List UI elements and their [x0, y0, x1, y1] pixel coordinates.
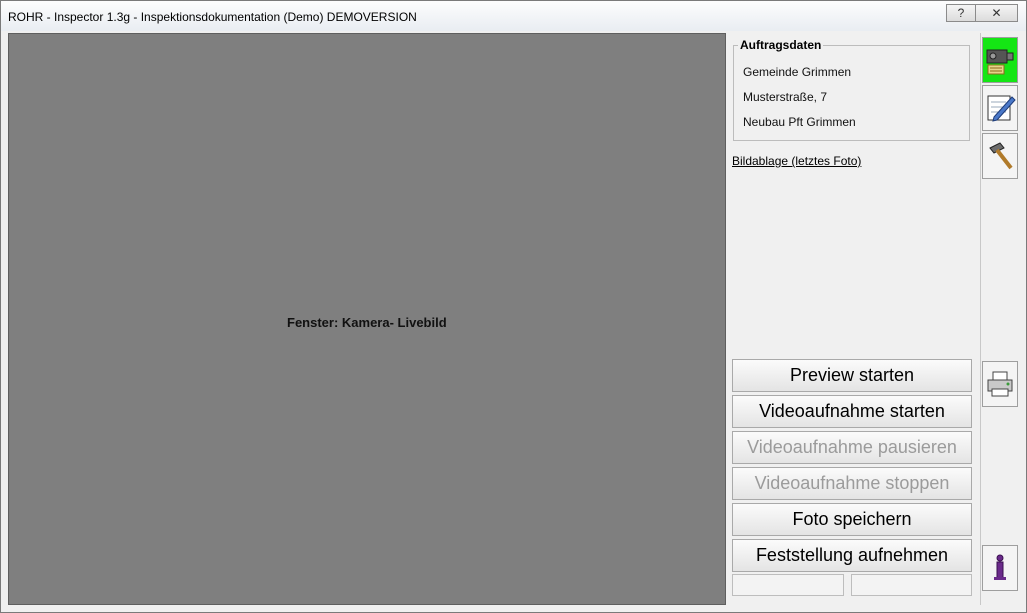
title-bar-buttons: ? ✕ [946, 4, 1018, 22]
order-street: Musterstraße, 7 [743, 90, 828, 104]
close-icon: ✕ [991, 6, 1002, 20]
close-button[interactable]: ✕ [976, 4, 1018, 22]
camera-live-view-label: Fenster: Kamera- Livebild [287, 315, 447, 330]
side-toolbar [981, 33, 1020, 605]
order-data-title: Auftragsdaten [738, 38, 824, 52]
notepad-edit-icon [987, 95, 1016, 122]
help-icon: ? [957, 6, 965, 20]
printer-icon [987, 371, 1013, 397]
video-record-stop-button[interactable]: Videoaufnahme stoppen [732, 467, 972, 500]
order-project: Neubau Pft Grimmen [743, 115, 856, 129]
info-icon [994, 554, 1006, 580]
help-button[interactable]: ? [946, 4, 976, 22]
hammer-icon [989, 142, 1013, 170]
window-title: ROHR - Inspector 1.3g - Inspektionsdokum… [8, 10, 417, 24]
toolbar-edit-button[interactable] [982, 85, 1018, 131]
add-finding-button[interactable]: Feststellung aufnehmen [732, 539, 972, 572]
photo-storage-link[interactable]: Bildablage (letztes Foto) [732, 154, 861, 168]
camera-live-view[interactable]: Fenster: Kamera- Livebild [8, 33, 726, 605]
title-bar: ROHR - Inspector 1.3g - Inspektionsdokum… [1, 1, 1026, 31]
main-window: ROHR - Inspector 1.3g - Inspektionsdokum… [0, 0, 1027, 613]
toolbar-camera-button[interactable] [982, 37, 1018, 83]
save-photo-button[interactable]: Foto speichern [732, 503, 972, 536]
status-field-right [851, 574, 972, 596]
order-data-group: Auftragsdaten Gemeinde Grimmen Musterstr… [733, 38, 970, 141]
video-record-pause-button[interactable]: Videoaufnahme pausieren [732, 431, 972, 464]
toolbar-tools-button[interactable] [982, 133, 1018, 179]
toolbar-print-button[interactable] [982, 361, 1018, 407]
preview-start-button[interactable]: Preview starten [732, 359, 972, 392]
control-panel: Auftragsdaten Gemeinde Grimmen Musterstr… [727, 33, 981, 605]
status-field-left [732, 574, 844, 596]
camera-icon [986, 49, 1014, 75]
toolbar-info-button[interactable] [982, 545, 1018, 591]
order-municipality: Gemeinde Grimmen [743, 65, 852, 79]
video-record-start-button[interactable]: Videoaufnahme starten [732, 395, 972, 428]
